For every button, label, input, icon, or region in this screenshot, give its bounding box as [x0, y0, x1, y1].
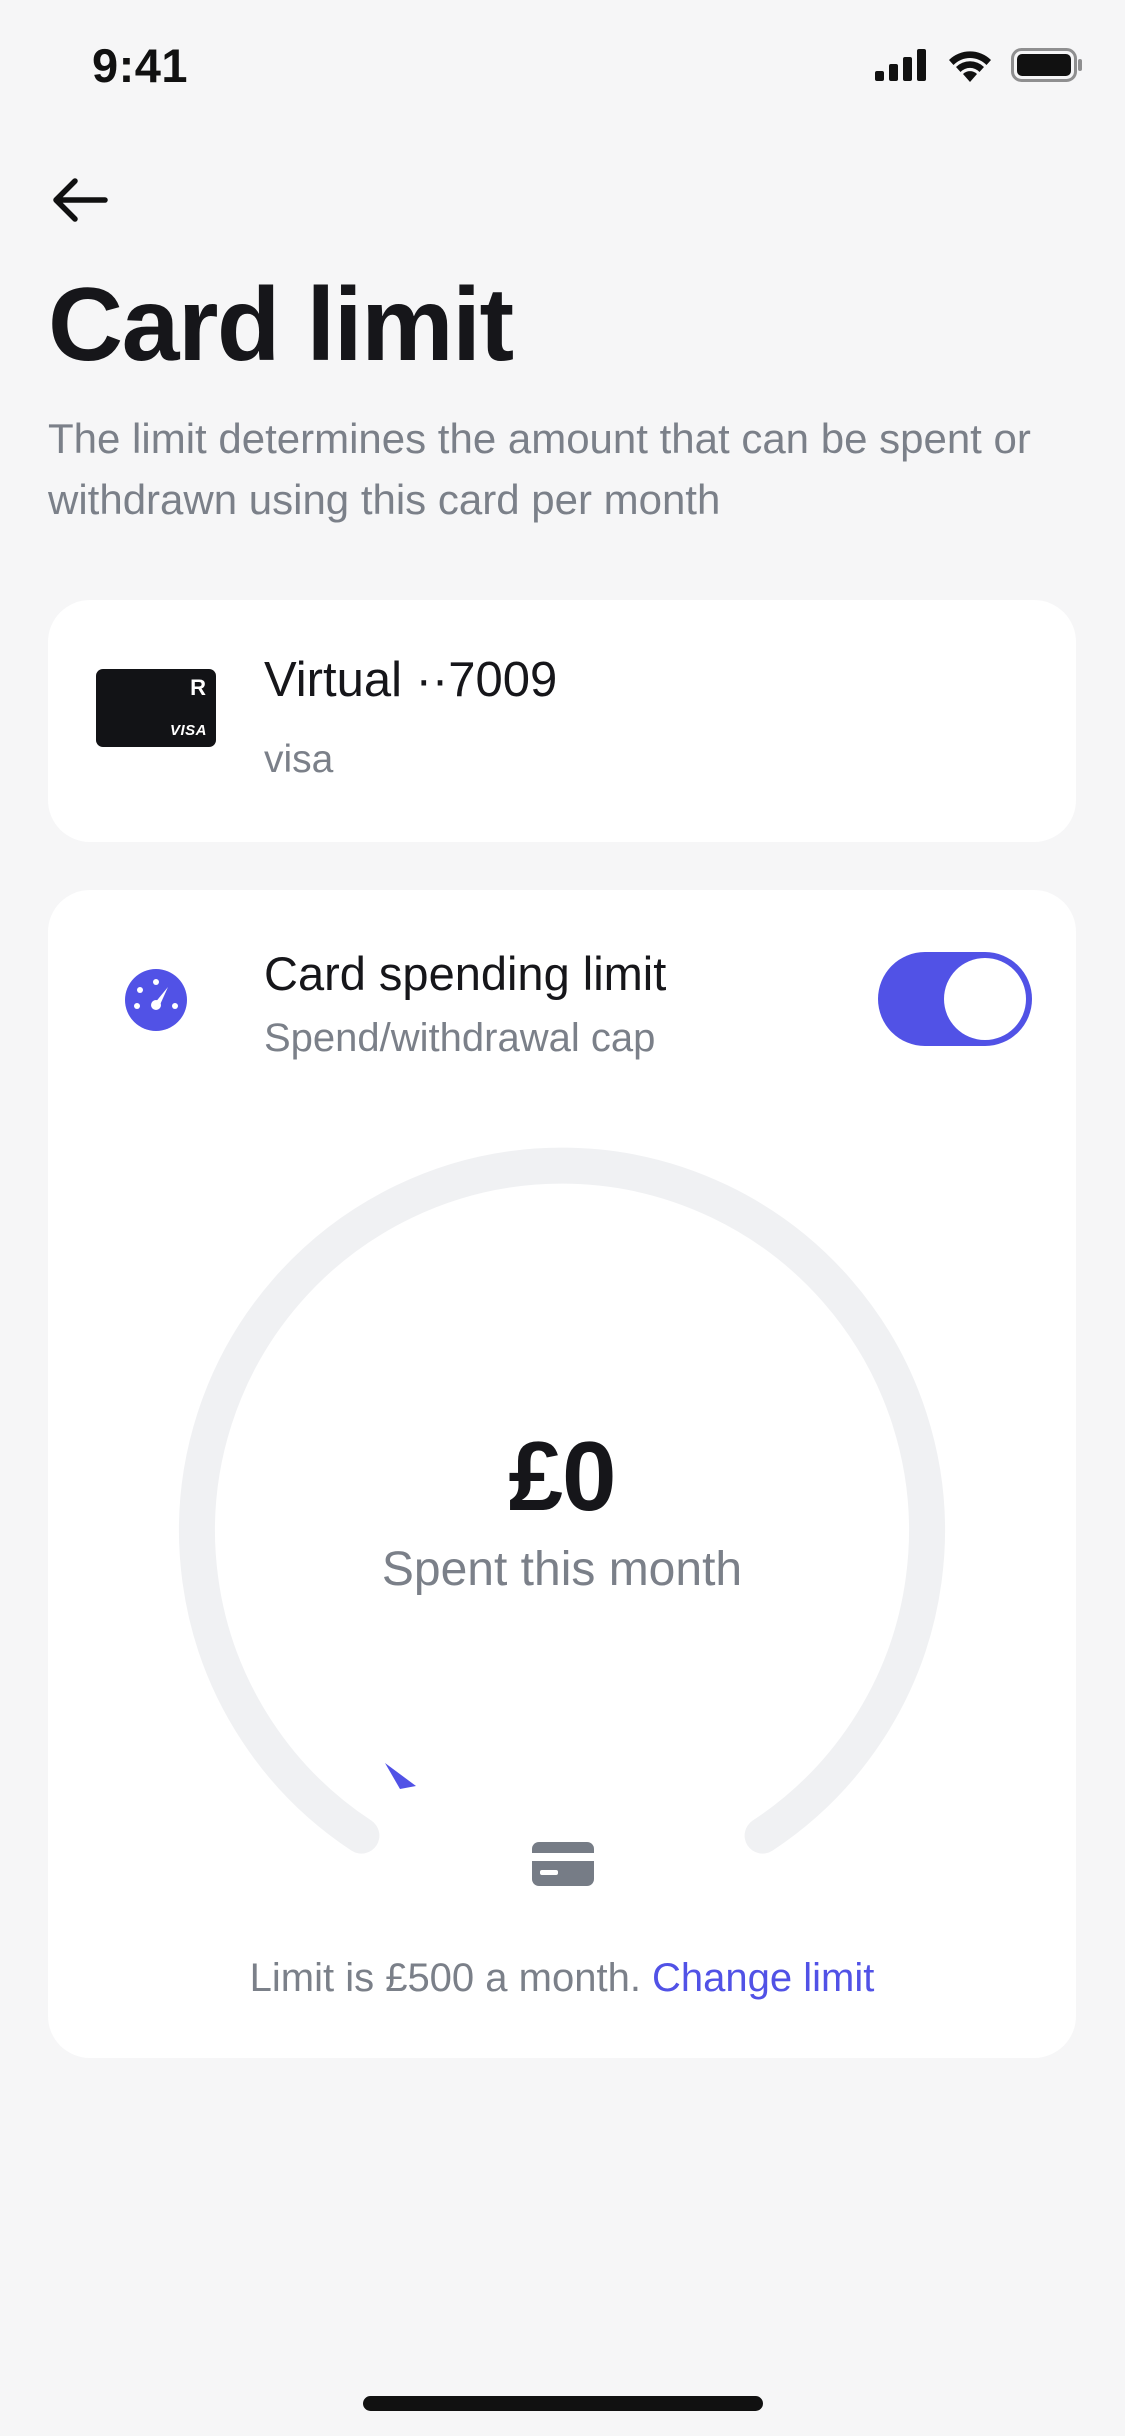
spent-amount: £0 — [508, 1421, 616, 1531]
spending-limit-panel: Card spending limit Spend/withdrawal cap… — [48, 890, 1076, 2058]
speedometer-icon — [125, 969, 187, 1031]
visa-logo: VISA — [169, 722, 207, 739]
card-thumbnail: R VISA — [96, 669, 216, 747]
wifi-icon — [949, 51, 991, 82]
card-name: Virtual ··7009 — [264, 653, 558, 707]
status-time: 9:41 — [92, 39, 189, 92]
change-limit-link[interactable]: Change limit — [652, 1956, 874, 2000]
limit-footer-text: Limit is £500 a month. — [249, 1956, 653, 2000]
page-title: Card limit — [48, 267, 514, 383]
gauge-progress-marker — [385, 1763, 416, 1789]
arrow-left-icon — [53, 178, 108, 222]
back-button[interactable] — [40, 160, 120, 240]
card-network: visa — [264, 738, 334, 781]
home-indicator — [363, 2396, 763, 2411]
spent-label: Spent this month — [381, 1543, 743, 1596]
credit-card-icon — [532, 1842, 594, 1886]
status-icons — [875, 48, 1083, 82]
card-summary[interactable]: R VISA Virtual ··7009 visa — [48, 600, 1076, 842]
limit-title: Card spending limit — [264, 947, 667, 1000]
page-description: The limit determines the amount that can… — [48, 415, 1031, 523]
limit-footer: Limit is £500 a month. Change limit — [48, 1956, 1076, 2001]
status-bar: 9:41 — [0, 0, 1125, 140]
limit-subtitle: Spend/withdrawal cap — [264, 1016, 656, 1060]
card-limit-screen: 9:41 Card limit The limit determines the… — [0, 0, 1125, 2436]
toggle-knob — [944, 958, 1026, 1040]
spending-limit-toggle[interactable] — [878, 952, 1032, 1046]
cellular-signal-icon — [875, 49, 926, 81]
card-brand-logo: R — [190, 675, 206, 700]
battery-icon — [1011, 48, 1082, 82]
